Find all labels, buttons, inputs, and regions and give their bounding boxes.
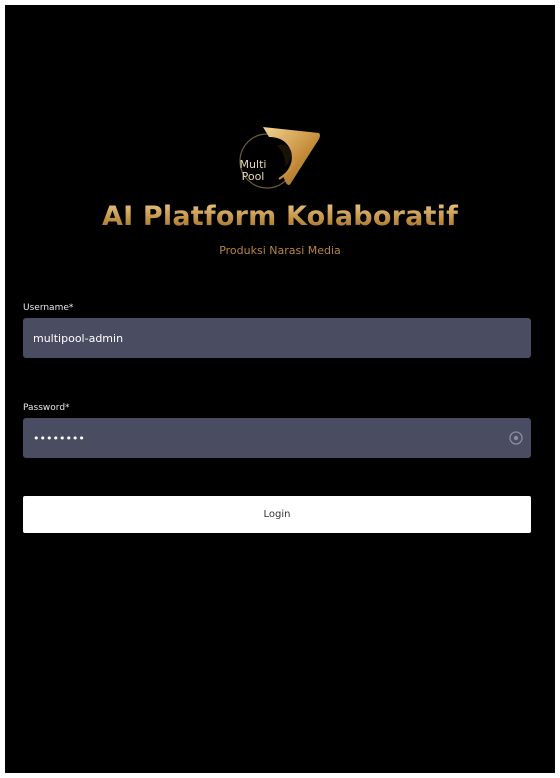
app-title: AI Platform Kolaboratif	[5, 201, 555, 232]
password-field-container	[23, 418, 531, 458]
login-screen: Multi Pool AI Platform Kolaboratif Produ…	[5, 5, 555, 773]
username-label: Username*	[23, 303, 74, 313]
logo-text-line2: Pool	[241, 170, 265, 183]
eye-icon[interactable]	[507, 429, 525, 447]
logo-wordmark: Multi Pool	[238, 159, 268, 183]
multipool-logo: Multi Pool	[233, 121, 323, 201]
username-field-container	[23, 318, 531, 358]
login-button[interactable]: Login	[23, 496, 531, 533]
password-input[interactable]	[23, 418, 493, 458]
username-input[interactable]	[23, 318, 493, 358]
app-subtitle: Produksi Narasi Media	[219, 244, 341, 257]
password-label: Password*	[23, 403, 70, 413]
